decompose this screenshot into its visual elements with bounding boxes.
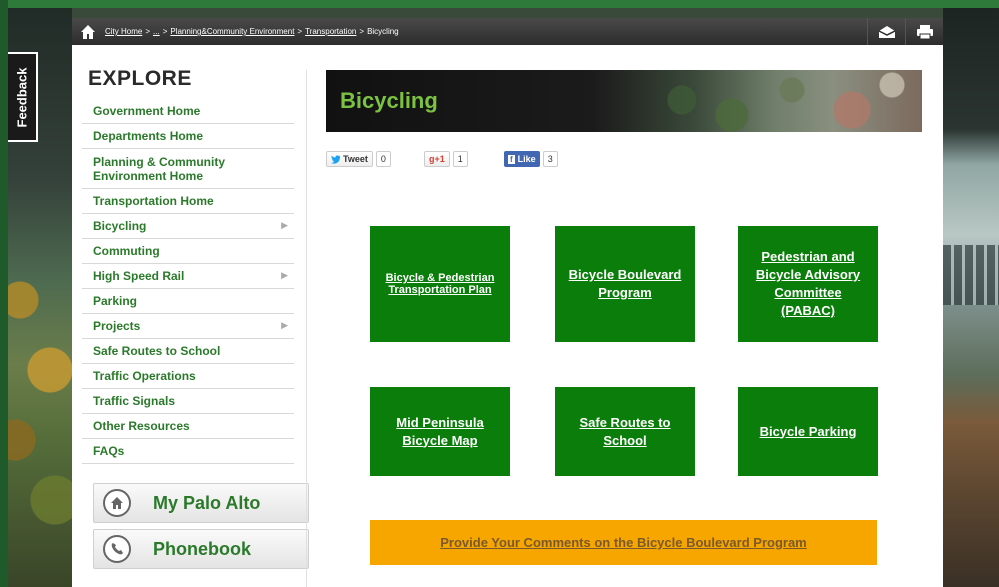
tile-safe-routes-school[interactable]: Safe Routes to School <box>555 387 695 476</box>
sidebar-nav: Government Home Departments Home Plannin… <box>82 99 294 464</box>
sidebar-item-departments-home[interactable]: Departments Home <box>82 124 294 149</box>
sidebar-item-projects[interactable]: Projects ▶ <box>82 314 294 339</box>
phonebook-label: Phonebook <box>153 538 251 559</box>
home-icon[interactable] <box>80 24 96 40</box>
my-palo-alto-label: My Palo Alto <box>153 492 261 513</box>
breadcrumb-bar: City Home >... > Planning&Community Environ… <box>72 18 943 45</box>
facebook-widget: f Like 3 <box>504 150 558 168</box>
tile-pabac[interactable]: Pedestrian and Bicycle Advisory Committe… <box>738 226 878 342</box>
sidebar-item-traffic-signals[interactable]: Traffic Signals <box>82 389 294 414</box>
page-banner: Bicycling <box>326 70 922 132</box>
page-title: Bicycling <box>340 88 438 113</box>
comment-banner[interactable]: Provide Your Comments on the Bicycle Bou… <box>370 520 877 565</box>
sidebar-item-planning-home[interactable]: Planning & Community Environment Home <box>82 149 294 189</box>
page-content: EXPLORE Government Home Departments Home… <box>72 45 943 587</box>
breadcrumb-transportation[interactable]: Transportation <box>305 27 356 36</box>
phone-icon <box>103 535 131 563</box>
sidebar-item-bicycling[interactable]: Bicycling ▶ <box>82 214 294 239</box>
print-icon <box>916 24 933 39</box>
phonebook-button[interactable]: Phonebook <box>93 529 309 569</box>
sidebar-item-commuting[interactable]: Commuting <box>82 239 294 264</box>
breadcrumb: City Home >... > Planning&Community Environ… <box>105 27 399 36</box>
tile-mid-peninsula-map[interactable]: Mid Peninsula Bicycle Map <box>370 387 510 476</box>
sidebar-divider <box>306 70 307 587</box>
sidebar-item-safe-routes[interactable]: Safe Routes to School <box>82 339 294 364</box>
comment-link[interactable]: Provide Your Comments on the Bicycle Bou… <box>440 535 807 550</box>
email-icon <box>878 25 895 38</box>
sidebar-title: EXPLORE <box>88 67 192 90</box>
frame-left-border <box>0 0 8 587</box>
background-scenery-right <box>943 0 999 587</box>
breadcrumb-current: Bicycling <box>367 27 399 36</box>
sidebar-item-high-speed-rail[interactable]: High Speed Rail ▶ <box>82 264 294 289</box>
tile-bicycle-parking[interactable]: Bicycle Parking <box>738 387 878 476</box>
breadcrumb-city-home[interactable]: City Home <box>105 27 142 36</box>
twitter-icon <box>331 154 341 164</box>
sidebar-item-parking[interactable]: Parking <box>82 289 294 314</box>
feedback-tab[interactable]: Feedback <box>8 52 38 142</box>
chevron-right-icon: ▶ <box>281 221 288 231</box>
tweet-button[interactable]: Tweet <box>326 151 373 167</box>
sidebar-item-faqs[interactable]: FAQs <box>82 439 294 464</box>
frame-top-border <box>0 0 999 8</box>
chevron-right-icon: ▶ <box>281 321 288 331</box>
home-icon <box>103 489 131 517</box>
gplus-button[interactable]: g +1 <box>424 151 450 167</box>
gplus-widget: g +1 1 <box>424 150 468 168</box>
my-palo-alto-button[interactable]: My Palo Alto <box>93 483 309 523</box>
tweet-widget: Tweet 0 <box>326 150 391 168</box>
chevron-right-icon: ▶ <box>281 271 288 281</box>
breadcrumb-ellipsis[interactable]: ... <box>153 27 160 36</box>
tile-bicycle-boulevard-program[interactable]: Bicycle Boulevard Program <box>555 226 695 342</box>
facebook-icon: f <box>508 154 515 164</box>
sidebar-item-other-resources[interactable]: Other Resources <box>82 414 294 439</box>
sidebar-item-transportation-home[interactable]: Transportation Home <box>82 189 294 214</box>
breadcrumb-planning[interactable]: Planning&Community Environment <box>170 27 294 36</box>
email-button[interactable] <box>867 18 905 45</box>
page-tools <box>867 18 943 45</box>
gplus-count: 1 <box>452 151 468 167</box>
tweet-count: 0 <box>375 151 391 167</box>
feedback-label: Feedback <box>14 67 30 127</box>
facebook-like-button[interactable]: f Like <box>504 151 540 167</box>
tile-bicycle-pedestrian-plan[interactable]: Bicycle & Pedestrian Transportation Plan <box>370 226 510 342</box>
facebook-like-count: 3 <box>542 151 558 167</box>
print-button[interactable] <box>905 18 943 45</box>
sidebar-item-government-home[interactable]: Government Home <box>82 99 294 124</box>
sidebar-item-traffic-operations[interactable]: Traffic Operations <box>82 364 294 389</box>
